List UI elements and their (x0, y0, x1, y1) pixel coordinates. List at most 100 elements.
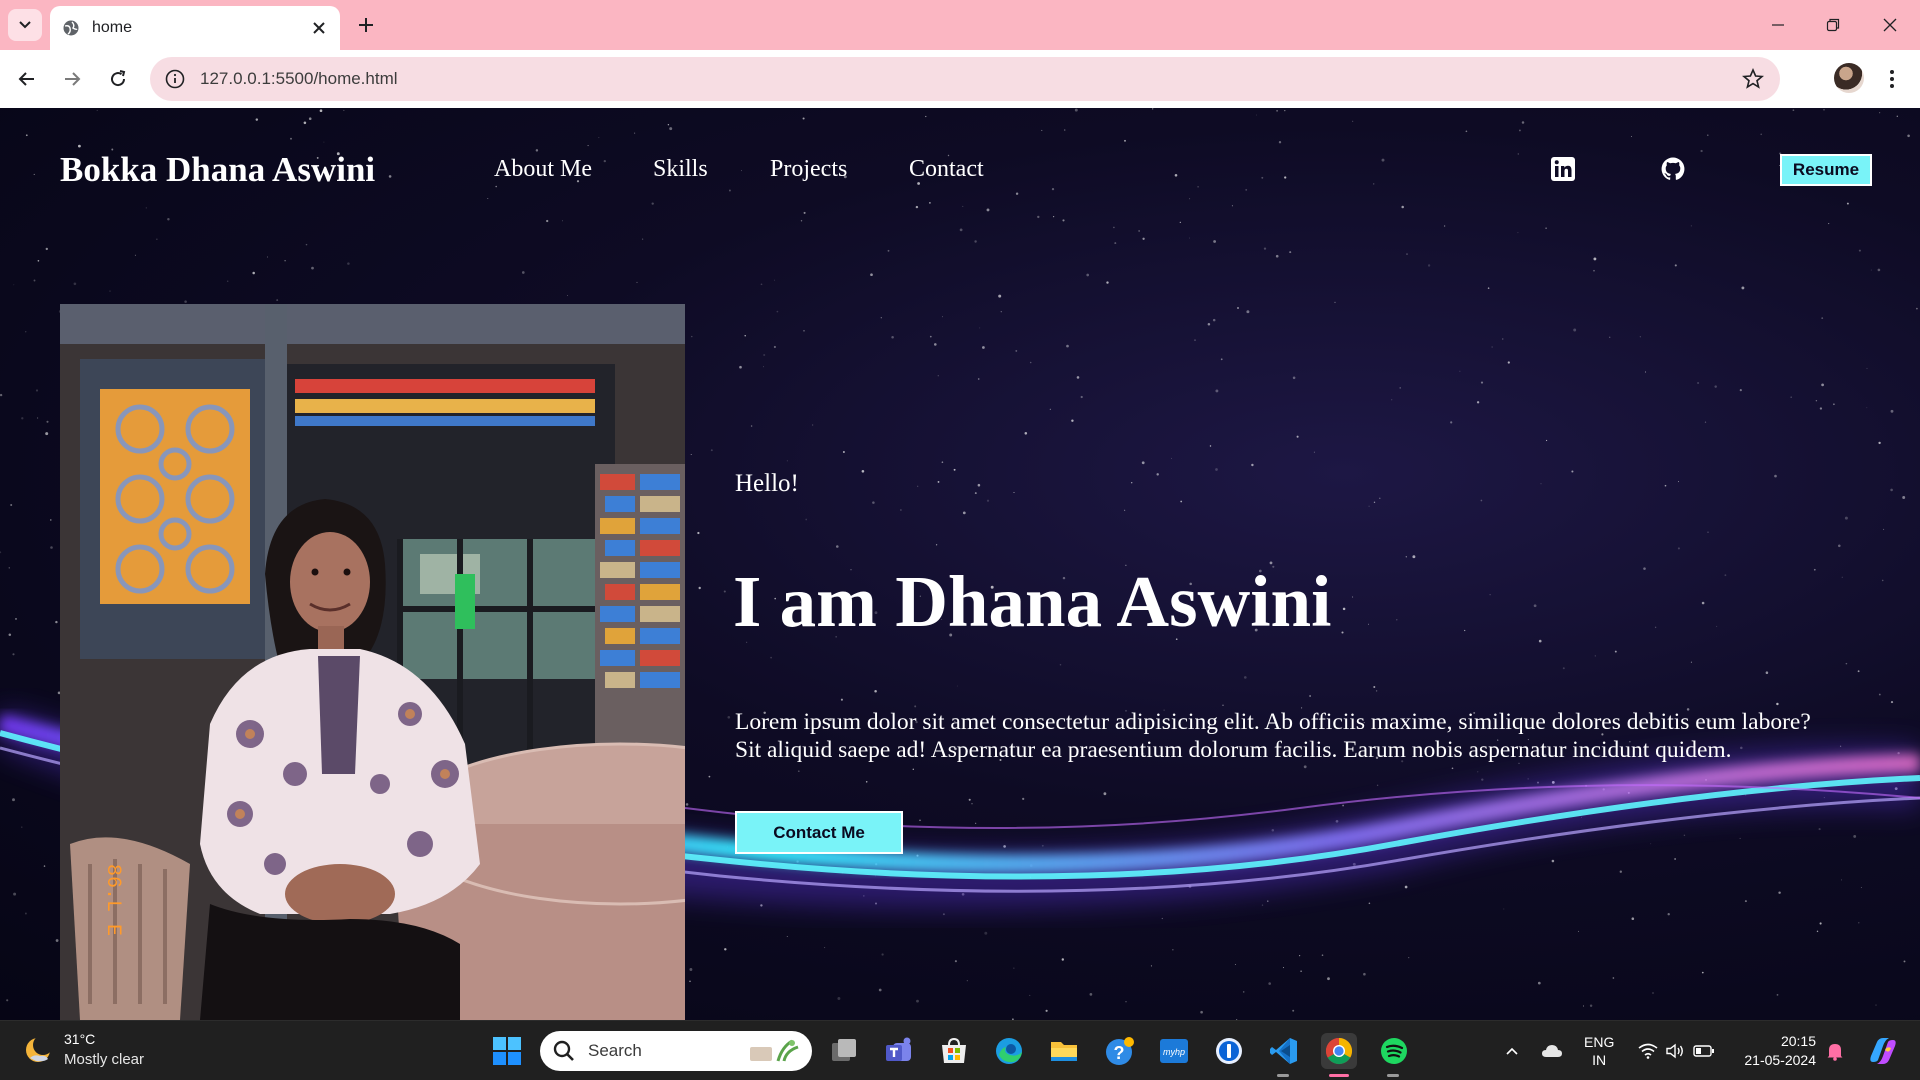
onepassword-icon (1216, 1038, 1242, 1064)
onedrive-button[interactable] (1540, 1039, 1564, 1063)
myhp-icon: myhp (1160, 1039, 1188, 1063)
task-view-icon (832, 1039, 856, 1061)
more-icon[interactable] (1882, 64, 1902, 94)
minimize-button[interactable] (1763, 10, 1793, 40)
task-view-button[interactable] (826, 1033, 862, 1069)
info-icon[interactable] (164, 68, 186, 90)
nav-contact[interactable]: Contact (909, 156, 984, 183)
store-button[interactable] (936, 1033, 972, 1069)
language-indicator[interactable]: ENG IN (1584, 1033, 1614, 1069)
close-window-icon (1883, 18, 1897, 32)
taskbar-search[interactable]: Search (540, 1031, 812, 1071)
tab-search-button[interactable] (8, 9, 42, 41)
intro-line-2: Sit aliquid saepe ad! Aspernatur ea prae… (735, 737, 1732, 763)
url-text: 127.0.0.1:5500/home.html (200, 69, 398, 88)
notifications-button[interactable] (1823, 1039, 1847, 1063)
chrome-button[interactable] (1321, 1033, 1357, 1069)
close-window-button[interactable] (1875, 10, 1905, 40)
chrome-active-indicator (1329, 1074, 1349, 1077)
start-button[interactable] (489, 1033, 525, 1069)
show-hidden-icons-button[interactable] (1500, 1039, 1524, 1063)
chevron-down-icon (19, 21, 31, 29)
chevron-up-icon (1506, 1047, 1518, 1055)
svg-text:myhp: myhp (1163, 1047, 1185, 1057)
forward-icon (65, 72, 81, 86)
forward-button[interactable] (57, 64, 87, 94)
moon-icon[interactable] (22, 1034, 54, 1066)
store-icon (942, 1037, 966, 1063)
wifi-button[interactable] (1636, 1039, 1660, 1063)
weather-temperature[interactable]: 31°C (64, 1031, 95, 1047)
teams-icon (886, 1037, 911, 1061)
address-bar[interactable]: 127.0.0.1:5500/home.html (150, 57, 1780, 101)
minimize-icon (1772, 24, 1784, 26)
reload-icon (111, 70, 126, 87)
site-title[interactable]: Bokka Dhana Aswini (60, 150, 375, 190)
greeting-text: Hello! (735, 470, 799, 497)
weather-description[interactable]: Mostly clear (64, 1051, 144, 1068)
battery-button[interactable] (1692, 1039, 1716, 1063)
browser-tab-home[interactable]: home (50, 6, 340, 50)
copilot-icon (1870, 1038, 1896, 1064)
photo-date-stamp: 86.L E (101, 864, 124, 936)
region-code: IN (1592, 1052, 1607, 1068)
contact-me-button[interactable]: Contact Me (735, 811, 903, 854)
file-explorer-button[interactable] (1046, 1033, 1082, 1069)
clock[interactable]: 20:15 21-05-2024 (1736, 1032, 1816, 1070)
star-icon[interactable] (1742, 68, 1764, 90)
edge-button[interactable] (991, 1033, 1027, 1069)
volume-icon (1666, 1043, 1683, 1059)
clock-time: 20:15 (1780, 1033, 1816, 1049)
search-label: Search (588, 1041, 642, 1060)
get-help-button[interactable]: ? (1101, 1033, 1137, 1069)
github-icon[interactable] (1660, 156, 1686, 182)
spotify-running-indicator (1387, 1074, 1399, 1077)
spotify-icon (1381, 1038, 1407, 1064)
reload-button[interactable] (103, 64, 133, 94)
volume-button[interactable] (1663, 1039, 1687, 1063)
nav-about-me[interactable]: About Me (494, 156, 592, 183)
search-icon (553, 1040, 574, 1061)
globe-icon (63, 20, 79, 36)
language-code: ENG (1584, 1034, 1615, 1050)
bell-icon (1827, 1044, 1843, 1061)
copilot-button[interactable] (1866, 1035, 1900, 1067)
back-icon (18, 72, 34, 86)
resume-button[interactable]: Resume (1780, 154, 1872, 186)
cloud-icon (1542, 1045, 1562, 1057)
vscode-running-indicator (1277, 1074, 1289, 1077)
browser-tab-bar: home (0, 0, 1920, 50)
onepassword-button[interactable] (1211, 1033, 1247, 1069)
teams-button[interactable] (881, 1033, 917, 1069)
svg-text:?: ? (1114, 1043, 1125, 1063)
plus-icon[interactable] (354, 13, 378, 37)
intro-paragraph: Lorem ipsum dolor sit amet consectetur a… (735, 708, 1895, 764)
clock-date: 21-05-2024 (1744, 1052, 1816, 1068)
close-icon[interactable] (310, 19, 328, 37)
myhp-button[interactable]: myhp (1156, 1033, 1192, 1069)
search-highlight-icon (750, 1039, 799, 1062)
intro-line-1: Lorem ipsum dolor sit amet consectetur a… (735, 709, 1811, 735)
restore-button[interactable] (1818, 10, 1848, 40)
hero-headline: I am Dhana Aswini (733, 561, 1332, 642)
browser-toolbar: 127.0.0.1:5500/home.html (0, 50, 1920, 108)
avatar[interactable] (1834, 63, 1864, 93)
vscode-icon (1270, 1038, 1297, 1064)
battery-icon (1693, 1045, 1714, 1057)
portfolio-page: Bokka Dhana Aswini About Me Skills Proje… (0, 108, 1920, 1020)
nav-skills[interactable]: Skills (653, 156, 708, 183)
spotify-button[interactable] (1376, 1033, 1412, 1069)
restore-icon (1826, 18, 1840, 32)
profile-photo: 86.L E (60, 304, 685, 1020)
vscode-button[interactable] (1266, 1033, 1302, 1069)
edge-icon (996, 1038, 1022, 1064)
nav-projects[interactable]: Projects (770, 156, 847, 183)
help-icon: ? (1106, 1037, 1134, 1065)
linkedin-icon[interactable] (1550, 156, 1576, 182)
taskbar: 31°C Mostly clear Search ? myhp ENG IN 2… (0, 1020, 1920, 1080)
folder-icon (1051, 1042, 1077, 1061)
tab-title: home (92, 19, 133, 36)
windows-icon (493, 1037, 521, 1065)
back-button[interactable] (12, 64, 42, 94)
wifi-icon (1638, 1043, 1658, 1059)
